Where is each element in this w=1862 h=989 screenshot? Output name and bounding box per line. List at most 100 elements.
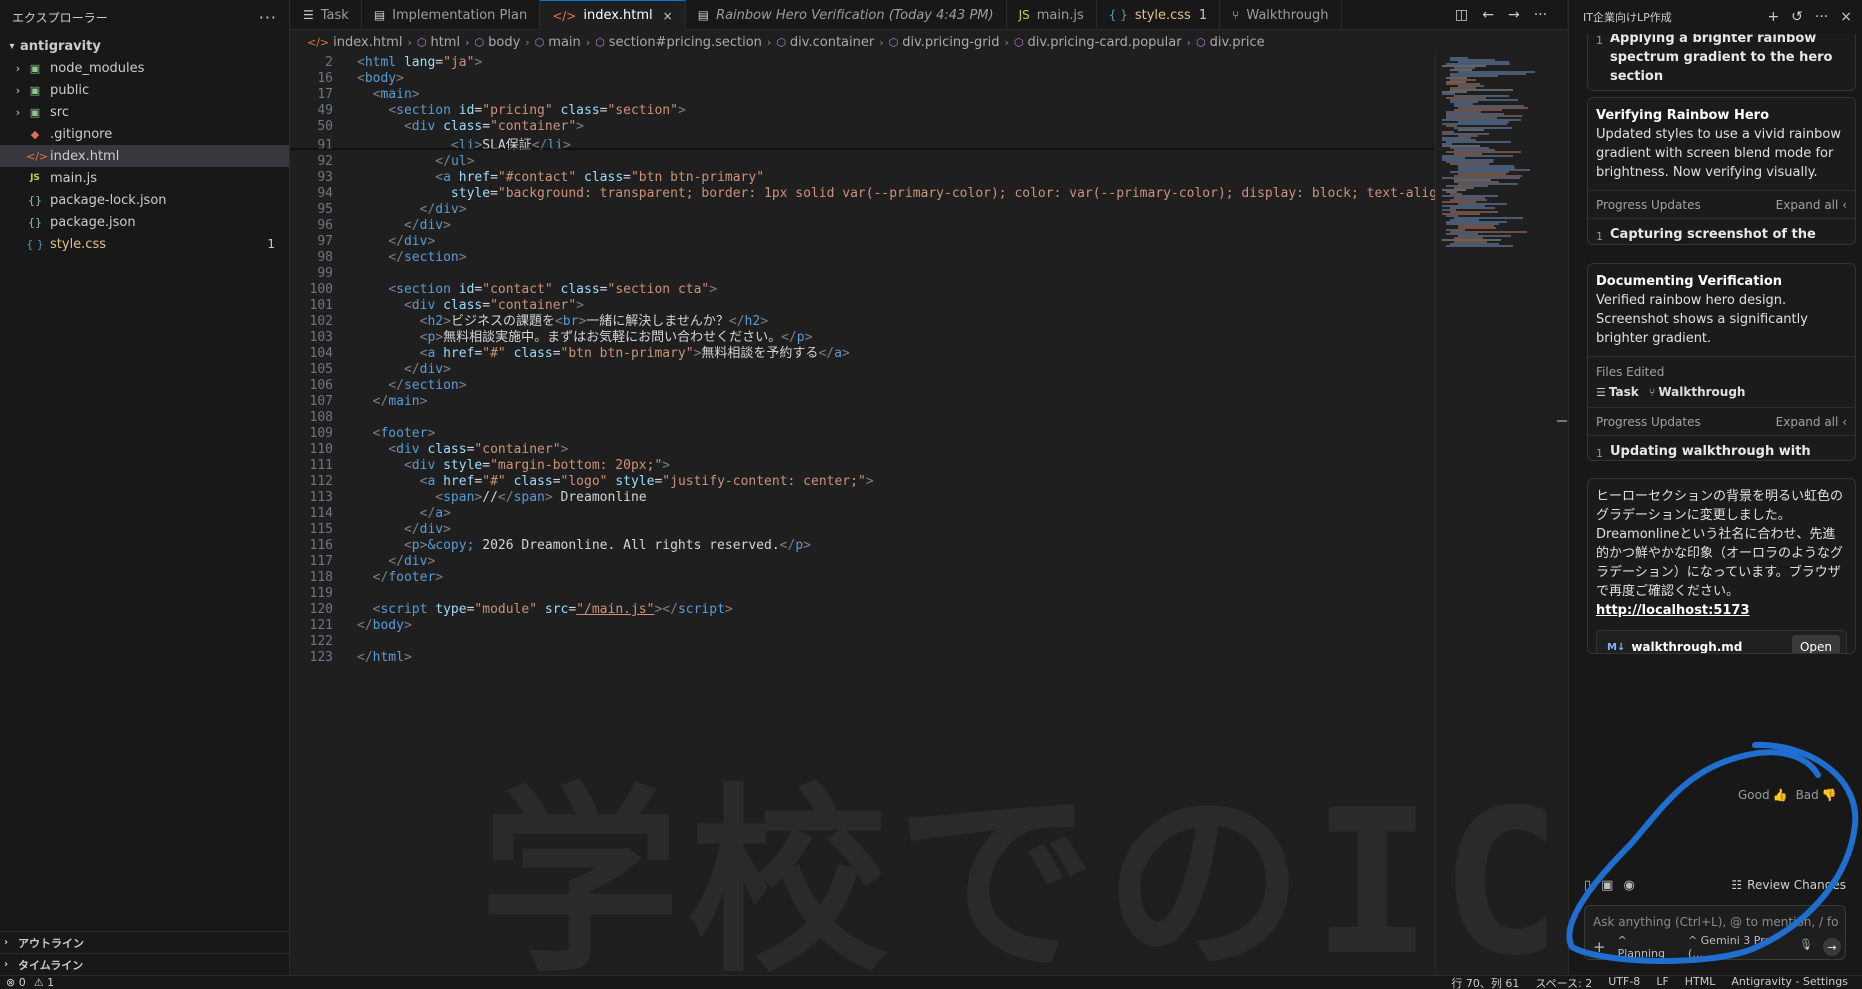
tree-item[interactable]: {} package-lock.json — [0, 189, 289, 211]
workspace-root[interactable]: ▾ antigravity — [0, 35, 289, 57]
breadcrumb-item[interactable]: ⬡ div.price — [1196, 35, 1265, 50]
outline-panel-header[interactable]: › アウトライン — [0, 931, 289, 953]
breadcrumb-item[interactable]: </> index.html — [307, 35, 402, 50]
code-token: span — [443, 490, 475, 505]
settings-link[interactable]: Antigravity - Settings — [1731, 975, 1848, 989]
go-back-icon[interactable]: ← — [1482, 7, 1494, 23]
end-of-line[interactable]: LF — [1656, 975, 1668, 989]
more-actions-icon[interactable]: ··· — [259, 8, 277, 27]
code-token: > — [427, 554, 436, 569]
mode-selector[interactable]: ^ Planning — [1618, 934, 1676, 960]
model-selector[interactable]: ^ Gemini 3 Pro (… — [1688, 934, 1787, 960]
editor-scrollbar[interactable] — [1555, 53, 1567, 975]
code-token: href — [443, 346, 475, 361]
more-actions-icon[interactable]: ··· — [1534, 7, 1547, 23]
tree-item[interactable]: › ▣ node_modules — [0, 57, 289, 79]
tree-item[interactable]: JS main.js — [0, 167, 289, 189]
cursor-position[interactable]: 行 70、列 61 — [1451, 975, 1519, 989]
breadcrumb-label: div.pricing-grid — [902, 34, 1000, 50]
progress-item: 1 Capturing screenshot of the new rainbo… — [1588, 218, 1855, 244]
code-token: class — [443, 298, 483, 313]
media-icon[interactable]: ▣ — [1601, 878, 1613, 893]
indentation[interactable]: スペース: 2 — [1535, 975, 1592, 989]
file-chip-task[interactable]: ☰ Task — [1596, 385, 1639, 399]
minimap[interactable] — [1435, 53, 1555, 975]
new-conversation-icon[interactable]: + — [1767, 9, 1779, 25]
agent-toolbar: ▯ ▣ ◉ ☷ Review Changes — [1584, 874, 1846, 896]
tree-item[interactable]: </> index.html — [0, 145, 289, 167]
history-icon[interactable]: ↺ — [1791, 9, 1803, 25]
code-token: &copy; — [427, 538, 475, 553]
tree-item[interactable]: ◆ .gitignore — [0, 123, 289, 145]
code-token: > — [443, 522, 451, 537]
editor-tab[interactable]: ⑂ Walkthrough — [1220, 0, 1342, 30]
code-token: "#" — [482, 474, 506, 489]
localhost-link[interactable]: http://localhost:5173 — [1596, 601, 1847, 620]
timeline-panel-header[interactable]: › タイムライン — [0, 953, 289, 975]
review-changes-button[interactable]: ☷ Review Changes — [1731, 878, 1846, 892]
breadcrumb-item[interactable]: ⬡ div.pricing-grid — [889, 35, 1000, 50]
expand-all-button[interactable]: Expand all ‹ — [1776, 198, 1847, 212]
minimap-line — [1446, 141, 1511, 143]
good-feedback-button[interactable]: Good 👍 — [1738, 788, 1788, 802]
expand-all-button[interactable]: Expand all ‹ — [1776, 415, 1847, 429]
errors-count[interactable]: ⊗ 0 — [6, 976, 26, 989]
tree-item-label: index.html — [50, 148, 120, 164]
chevron-right-icon: › — [585, 35, 591, 49]
walkthrough-attachment[interactable]: M↓ walkthrough.md Open — [1596, 630, 1847, 653]
editor-tab[interactable]: ☰ Task — [291, 0, 362, 30]
open-button[interactable]: Open — [1791, 634, 1840, 653]
editor-tab[interactable]: { } style.css 1 — [1097, 0, 1221, 30]
code-token: = — [623, 170, 631, 185]
split-editor-icon[interactable]: ◫ — [1455, 7, 1468, 23]
editor-tab[interactable]: </> index.html × — [540, 0, 686, 30]
file-chip-walkthrough[interactable]: ⑂ Walkthrough — [1649, 385, 1746, 399]
breadcrumb-label: html — [430, 34, 461, 50]
close-icon[interactable]: × — [1840, 9, 1852, 25]
agent-message: ヒーローセクションの背景を明るい虹色のグラデーションに変更しました。Dreamo… — [1587, 478, 1856, 654]
warnings-count[interactable]: ⚠ 1 — [34, 976, 54, 989]
editor-tab[interactable]: JS main.js — [1007, 0, 1097, 30]
breadcrumb-item[interactable]: ⬡ section#pricing.section — [595, 35, 762, 50]
code-editor[interactable]: 90 <li>オンサイトサポート</li>91 <li>SLA保証</li>92… — [291, 53, 1567, 975]
code-token: "margin-bottom: 20px;" — [490, 458, 663, 473]
attach-file-icon[interactable]: ▯ — [1584, 878, 1591, 893]
microphone-icon[interactable]: 🎙 — [1799, 938, 1813, 956]
send-button[interactable]: → — [1823, 938, 1841, 956]
add-context-icon[interactable]: + — [1593, 938, 1606, 956]
code-token: style — [615, 474, 655, 489]
code-token: > — [458, 378, 467, 393]
language-mode[interactable]: HTML — [1685, 975, 1716, 989]
editor-tab[interactable]: ▤ Implementation Plan — [362, 0, 541, 30]
breadcrumb-item[interactable]: ⬡ main — [535, 35, 581, 50]
tree-item[interactable]: { } style.css 1 — [0, 233, 289, 255]
go-forward-icon[interactable]: → — [1508, 7, 1520, 23]
editor-tab[interactable]: ▤ Rainbow Hero Verification (Today 4:43 P… — [686, 0, 1007, 30]
close-icon[interactable]: × — [663, 9, 673, 23]
code-token: ビジネスの課題を — [450, 314, 555, 329]
chat-input[interactable] — [1593, 912, 1839, 932]
browser-icon[interactable]: ◉ — [1623, 878, 1634, 893]
breadcrumb-item[interactable]: ⬡ div.container — [776, 35, 874, 50]
tree-item[interactable]: › ▣ public — [0, 79, 289, 101]
breadcrumb-item[interactable]: ⬡ body — [475, 35, 521, 50]
breadcrumb-item[interactable]: ⬡ html — [417, 35, 460, 50]
code-token: < — [388, 442, 397, 457]
tree-item[interactable]: › ▣ src — [0, 101, 289, 123]
tab-label: Walkthrough — [1246, 7, 1329, 23]
bad-feedback-button[interactable]: Bad 👎 — [1796, 788, 1837, 802]
tree-item[interactable]: {} package.json — [0, 211, 289, 233]
encoding[interactable]: UTF-8 — [1608, 975, 1640, 989]
tree-item-label: public — [50, 82, 90, 98]
more-actions-icon[interactable]: ··· — [1815, 9, 1828, 25]
breadcrumb-item[interactable]: ⬡ div.pricing-card.popular — [1014, 35, 1182, 50]
code-token: h2 — [427, 314, 444, 329]
code-token: > — [419, 394, 428, 409]
